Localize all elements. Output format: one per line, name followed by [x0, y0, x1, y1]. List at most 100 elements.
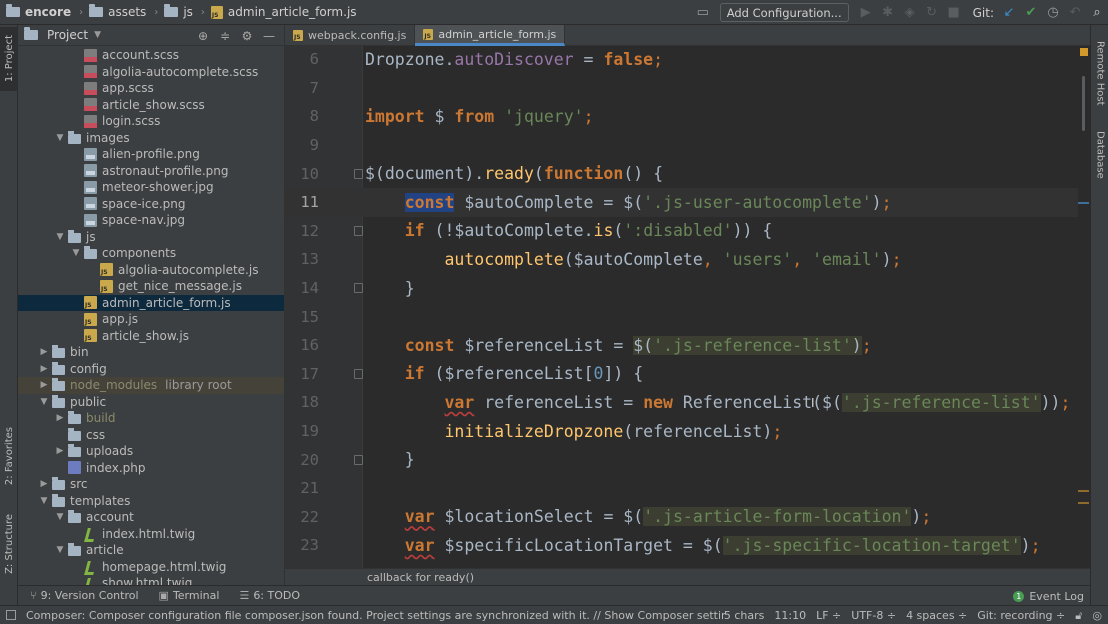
- fold-marker-icon[interactable]: [354, 368, 363, 379]
- chevron-right-icon[interactable]: ▶: [38, 380, 50, 390]
- tree-item[interactable]: ▶ uploads: [18, 443, 284, 460]
- tree-item[interactable]: meteor-shower.jpg: [18, 179, 284, 196]
- git-branch[interactable]: Git: recording ÷: [977, 609, 1065, 622]
- fold-marker-icon[interactable]: [354, 283, 363, 294]
- code-line[interactable]: 17 if ($referenceList[0]) {: [285, 360, 1090, 389]
- chevron-down-icon[interactable]: ▼: [54, 545, 66, 555]
- tree-item[interactable]: admin_article_form.js: [18, 294, 284, 311]
- tree-item[interactable]: article_show.js: [18, 328, 284, 345]
- tree-item[interactable]: ▼ images: [18, 130, 284, 147]
- tree-item[interactable]: algolia-autocomplete.scss: [18, 64, 284, 81]
- git-update-icon[interactable]: ↙: [998, 2, 1020, 24]
- memory-icon[interactable]: ◎: [1092, 609, 1102, 622]
- tree-item[interactable]: ▼ templates: [18, 493, 284, 510]
- chevron-down-icon[interactable]: ▼: [38, 496, 50, 506]
- scrollbar-thumb[interactable]: [1082, 76, 1085, 131]
- add-configuration-button[interactable]: Add Configuration...: [719, 3, 849, 22]
- chevron-down-icon[interactable]: ▼: [54, 232, 66, 242]
- warning-status-icon[interactable]: [1080, 48, 1088, 56]
- tree-item[interactable]: homepage.html.twig: [18, 559, 284, 576]
- run-icon[interactable]: ▶: [855, 2, 877, 24]
- tab-remote-host-tool[interactable]: Remote Host: [1091, 33, 1108, 113]
- tree-item[interactable]: ▶ node_modules library root: [18, 377, 284, 394]
- tree-item[interactable]: app.scss: [18, 80, 284, 97]
- code-line[interactable]: 9: [285, 131, 1090, 160]
- marker[interactable]: [1078, 202, 1089, 204]
- editor-tab[interactable]: admin_article_form.js: [415, 25, 566, 46]
- chevron-right-icon[interactable]: ▶: [38, 479, 50, 489]
- line-number[interactable]: 21: [285, 479, 319, 497]
- file-encoding[interactable]: UTF-8 ÷: [851, 609, 896, 622]
- tree-item[interactable]: ▶ config: [18, 361, 284, 378]
- tree-item[interactable]: index.html.twig: [18, 526, 284, 543]
- fold-marker-icon[interactable]: [354, 225, 363, 236]
- code-line[interactable]: 20 }: [285, 445, 1090, 474]
- code-line[interactable]: 14 }: [285, 274, 1090, 303]
- lock-icon[interactable]: 🔓︎: [1075, 609, 1082, 623]
- line-number[interactable]: 16: [285, 336, 319, 354]
- tree-item[interactable]: ▼ components: [18, 245, 284, 262]
- line-number[interactable]: 8: [285, 107, 319, 125]
- tab-database-tool[interactable]: Database: [1091, 125, 1108, 185]
- tree-item[interactable]: get_nice_message.js: [18, 278, 284, 295]
- tree-item[interactable]: space-nav.jpg: [18, 212, 284, 229]
- tree-item[interactable]: ▼ js: [18, 229, 284, 246]
- breadcrumb-item-file[interactable]: admin_article_form.js: [210, 5, 357, 19]
- line-number[interactable]: 20: [285, 451, 319, 469]
- tree-item[interactable]: app.js: [18, 311, 284, 328]
- indent-setting[interactable]: 4 spaces ÷: [906, 609, 967, 622]
- line-number[interactable]: 7: [285, 79, 319, 97]
- line-number[interactable]: 15: [285, 308, 319, 326]
- fold-marker-icon[interactable]: [354, 168, 363, 179]
- code-line[interactable]: 21: [285, 474, 1090, 503]
- tree-item[interactable]: ▼ article: [18, 542, 284, 559]
- tool-window-button[interactable]: ⑂ 9: Version Control: [30, 589, 139, 602]
- tree-item[interactable]: ▼ account: [18, 509, 284, 526]
- revert-icon[interactable]: ↶: [1064, 2, 1086, 24]
- code-line[interactable]: 19 initializeDropzone(referenceList);: [285, 417, 1090, 446]
- code-editor[interactable]: 6 Dropzone.autoDiscover = false; 7 8 import …: [285, 46, 1090, 568]
- event-log-button[interactable]: 1 Event Log: [1013, 586, 1084, 606]
- code-line[interactable]: 11 const $autoComplete = $('.js-user-aut…: [285, 188, 1090, 217]
- code-line[interactable]: 22 var $locationSelect = $('.js-article-…: [285, 503, 1090, 532]
- line-number[interactable]: 10: [285, 165, 319, 183]
- tree-item[interactable]: alien-profile.png: [18, 146, 284, 163]
- collapse-all-icon[interactable]: ≑: [214, 29, 236, 43]
- tree-item[interactable]: article_show.scss: [18, 97, 284, 114]
- code-line[interactable]: 7: [285, 74, 1090, 103]
- code-line[interactable]: 23 var $specificLocationTarget = $('.js-…: [285, 531, 1090, 560]
- line-separator[interactable]: LF ÷: [816, 609, 841, 622]
- hide-icon[interactable]: —: [258, 29, 280, 43]
- gear-icon[interactable]: ⚙: [236, 29, 258, 43]
- tree-item[interactable]: login.scss: [18, 113, 284, 130]
- tree-item[interactable]: account.scss: [18, 47, 284, 64]
- line-number[interactable]: 23: [285, 536, 319, 554]
- status-message[interactable]: Composer: Composer configuration file co…: [26, 609, 726, 622]
- chevron-down-icon[interactable]: ▼: [94, 30, 101, 40]
- code-line[interactable]: 12 if (!$autoComplete.is(':disabled')) {: [285, 217, 1090, 246]
- tree-item[interactable]: algolia-autocomplete.js: [18, 262, 284, 279]
- code-line[interactable]: 13 autocomplete($autoComplete, 'users', …: [285, 245, 1090, 274]
- tree-item[interactable]: ▶ bin: [18, 344, 284, 361]
- code-line[interactable]: 6 Dropzone.autoDiscover = false;: [285, 46, 1090, 74]
- line-number[interactable]: 14: [285, 279, 319, 297]
- chevron-down-icon[interactable]: ▼: [70, 248, 82, 258]
- tool-window-button[interactable]: ▣ Terminal: [159, 589, 220, 602]
- editor-breadcrumb-text[interactable]: callback for ready(): [367, 571, 474, 584]
- line-number[interactable]: 22: [285, 508, 319, 526]
- marker[interactable]: [1078, 490, 1089, 492]
- history-icon[interactable]: ◷: [1042, 2, 1064, 24]
- tool-window-button[interactable]: ☰ 6: TODO: [239, 589, 300, 602]
- chevron-right-icon[interactable]: ▶: [54, 446, 66, 456]
- tree-item[interactable]: ▶ build: [18, 410, 284, 427]
- tree-item[interactable]: astronaut-profile.png: [18, 163, 284, 180]
- stop-icon[interactable]: ■: [943, 2, 965, 24]
- chevron-down-icon[interactable]: ▼: [54, 512, 66, 522]
- locate-icon[interactable]: ⊕: [192, 29, 214, 43]
- tab-favorites-tool[interactable]: 2: Favorites: [0, 421, 18, 491]
- toggle-tool-windows-icon[interactable]: [6, 610, 16, 620]
- tab-structure-tool[interactable]: Z: Structure: [0, 507, 18, 581]
- caret-position[interactable]: 11:10: [774, 609, 806, 622]
- coverage-icon[interactable]: ◈: [899, 2, 921, 24]
- line-number[interactable]: 17: [285, 365, 319, 383]
